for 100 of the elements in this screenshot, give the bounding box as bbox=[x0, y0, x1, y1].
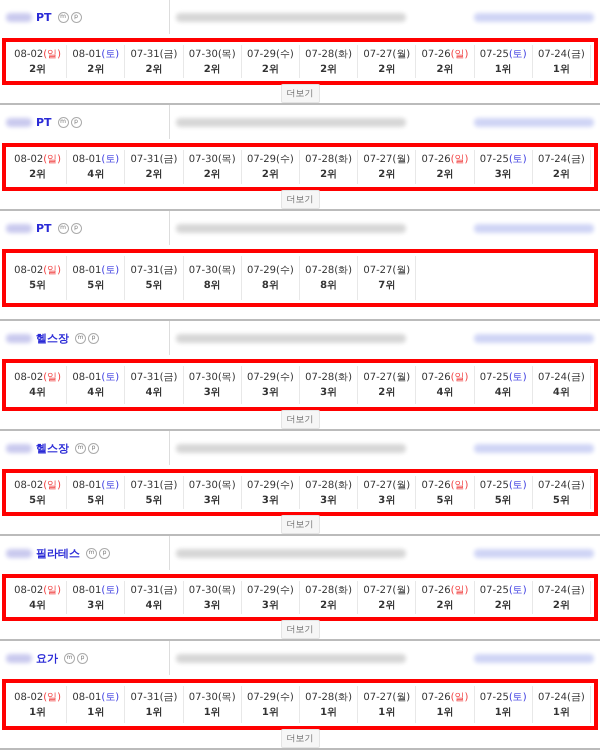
date-label: 07-28(화) bbox=[305, 690, 352, 704]
date-label: 07-28(화) bbox=[305, 48, 352, 62]
rank-value: 3위 bbox=[320, 494, 338, 508]
rank-value: 7위 bbox=[378, 279, 396, 293]
keyword-link[interactable]: 요가 bbox=[36, 650, 58, 666]
date-label: 07-28(화) bbox=[305, 264, 352, 278]
rank-value: 2위 bbox=[436, 168, 454, 182]
date-label: 07-24(금) bbox=[538, 478, 585, 492]
rank-value: 2위 bbox=[146, 62, 162, 76]
more-button[interactable]: 더보기 bbox=[280, 620, 320, 639]
rank-value: 5위 bbox=[146, 279, 162, 293]
date-label: 07-31(금) bbox=[130, 153, 178, 167]
date-label: 07-27(월) bbox=[363, 48, 410, 62]
rank-value: 4위 bbox=[494, 386, 512, 400]
date-label: 07-25(토) bbox=[480, 371, 527, 385]
date-label: 08-01(토) bbox=[72, 478, 120, 492]
date-label: 07-26(일) bbox=[422, 153, 468, 167]
date-label: 08-01(토) bbox=[72, 584, 120, 598]
rank-value: 1위 bbox=[552, 706, 570, 720]
rank-value: 5위 bbox=[29, 494, 46, 508]
date-label: 08-02(일) bbox=[14, 153, 62, 167]
date-label: 07-28(화) bbox=[305, 584, 352, 598]
more-button[interactable]: 더보기 bbox=[280, 84, 320, 103]
date-label: 07-27(월) bbox=[363, 264, 410, 278]
keyword-link[interactable]: PT bbox=[36, 10, 52, 24]
rank-value: 5위 bbox=[87, 279, 104, 293]
keyword-link[interactable]: 헬스장 bbox=[36, 330, 69, 346]
rank-value: 1위 bbox=[378, 706, 396, 720]
more-button[interactable]: 더보기 bbox=[280, 410, 320, 429]
date-label: 07-24(금) bbox=[538, 584, 585, 598]
keyword-link[interactable]: 헬스장 bbox=[36, 440, 69, 456]
date-label: 07-24(금) bbox=[538, 153, 585, 167]
date-label: 08-02(일) bbox=[14, 264, 62, 278]
date-label: 07-30(목) bbox=[188, 478, 236, 492]
rank-value: 5위 bbox=[87, 494, 104, 508]
blurred-text bbox=[6, 334, 32, 342]
rank-value: 8위 bbox=[204, 279, 221, 293]
date-label: 07-29(수) bbox=[246, 264, 294, 278]
date-label: 08-01(토) bbox=[72, 371, 120, 385]
more-button[interactable]: 더보기 bbox=[280, 190, 320, 209]
rank-value: 2위 bbox=[552, 598, 570, 612]
date-label: 07-30(목) bbox=[188, 584, 236, 598]
date-label: 07-26(일) bbox=[422, 371, 468, 385]
date-label: 07-30(목) bbox=[188, 153, 236, 167]
date-label: 07-29(수) bbox=[246, 690, 294, 704]
date-label: 08-02(일) bbox=[14, 584, 62, 598]
date-label: 08-01(토) bbox=[72, 153, 120, 167]
more-button[interactable]: 더보기 bbox=[280, 729, 320, 748]
more-button[interactable]: 더보기 bbox=[280, 515, 320, 534]
blurred-text bbox=[6, 444, 32, 452]
rank-value: 2위 bbox=[378, 62, 396, 76]
rank-value: 5위 bbox=[29, 279, 46, 293]
rank-value: 4위 bbox=[87, 386, 104, 400]
blurred-text bbox=[6, 12, 32, 22]
rank-value: 1위 bbox=[262, 706, 279, 720]
date-label: 07-24(금) bbox=[538, 48, 585, 62]
date-label: 08-02(일) bbox=[14, 690, 62, 704]
date-label: 07-26(일) bbox=[422, 690, 468, 704]
keyword-link[interactable]: PT bbox=[36, 116, 52, 128]
date-label: 07-31(금) bbox=[130, 584, 178, 598]
rank-value: 8위 bbox=[320, 279, 338, 293]
date-label: 07-28(화) bbox=[305, 478, 352, 492]
date-label: 07-29(수) bbox=[246, 153, 294, 167]
rank-value: 2위 bbox=[146, 168, 162, 182]
date-label: 07-27(월) bbox=[363, 371, 410, 385]
rank-value: 4위 bbox=[29, 386, 46, 400]
date-label: 07-24(금) bbox=[538, 690, 585, 704]
keyword-link[interactable]: 필라테스 bbox=[36, 546, 80, 560]
rank-value: 1위 bbox=[436, 706, 454, 720]
date-label: 07-25(토) bbox=[480, 584, 527, 598]
rank-value: 3위 bbox=[494, 168, 512, 182]
date-label: 07-26(일) bbox=[422, 584, 468, 598]
rank-value: 2위 bbox=[378, 386, 396, 400]
date-label: 08-01(토) bbox=[72, 690, 120, 704]
rank-value: 1위 bbox=[552, 62, 570, 76]
date-label: 08-01(토) bbox=[72, 264, 120, 278]
date-label: 07-31(금) bbox=[130, 478, 178, 492]
date-label: 07-29(수) bbox=[246, 478, 294, 492]
rank-value: 2위 bbox=[378, 168, 396, 182]
rank-value: 4위 bbox=[552, 386, 570, 400]
date-label: 07-29(수) bbox=[246, 48, 294, 62]
date-label: 07-29(수) bbox=[246, 371, 294, 385]
rank-value: 2위 bbox=[552, 168, 570, 182]
date-label: 07-31(금) bbox=[130, 371, 178, 385]
blurred-text bbox=[6, 548, 32, 558]
keyword-link[interactable]: PT bbox=[36, 222, 52, 234]
rank-value: 8위 bbox=[262, 279, 279, 293]
blurred-text bbox=[6, 118, 32, 126]
rank-value: 2위 bbox=[262, 62, 279, 76]
date-label: 08-01(토) bbox=[72, 48, 120, 62]
date-label: 07-26(일) bbox=[422, 48, 468, 62]
date-label: 07-28(화) bbox=[305, 153, 352, 167]
rank-value: 3위 bbox=[204, 598, 221, 612]
rank-value: 2위 bbox=[378, 598, 396, 612]
rank-value: 5위 bbox=[552, 494, 570, 508]
rank-value: 1위 bbox=[494, 62, 512, 76]
rank-value: 2위 bbox=[494, 598, 512, 612]
rank-value: 3위 bbox=[378, 494, 396, 508]
rank-value: 5위 bbox=[146, 494, 162, 508]
rank-value: 2위 bbox=[29, 168, 46, 182]
